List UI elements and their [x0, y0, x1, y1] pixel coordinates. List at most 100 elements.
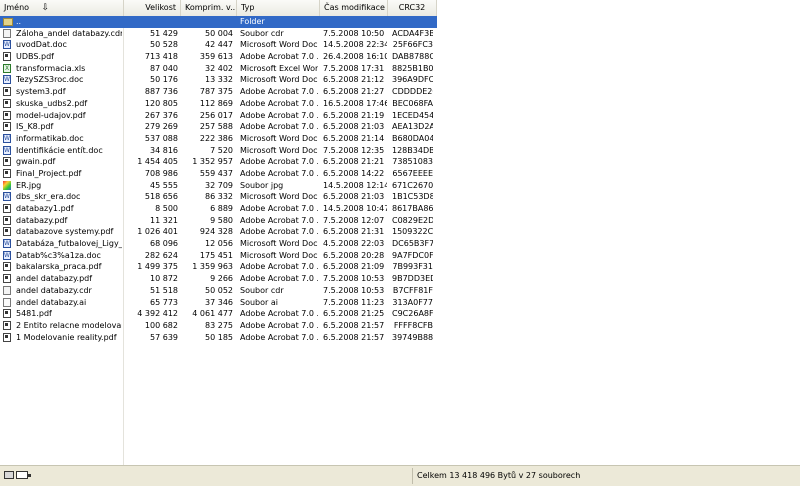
- file-compressed-size: 32 709: [205, 180, 233, 190]
- parent-folder-row[interactable]: .. Folder: [0, 16, 437, 28]
- file-crc: 39749B88: [392, 332, 433, 342]
- file-row[interactable]: databazy.pdf 11 321 9 580 Adobe Acrobat 7.0…: [0, 215, 437, 227]
- file-crc: DAB8788C: [392, 52, 433, 62]
- file-size: 708 986: [144, 168, 178, 178]
- pdf-file-icon: [3, 52, 11, 62]
- column-header-compressed[interactable]: Komprim. v...: [181, 0, 237, 16]
- file-type: Adobe Acrobat 7.0 ...: [240, 157, 318, 167]
- file-size: 10 872: [150, 274, 178, 284]
- file-crc: 25F66FC3: [392, 40, 433, 50]
- file-type: Microsoft Word Doc...: [240, 75, 318, 85]
- file-compressed-size: 1 359 963: [192, 262, 233, 272]
- file-size: 537 088: [144, 133, 178, 143]
- file-row[interactable]: Final_Project.pdf 708 986 559 437 Adobe Acr…: [0, 168, 437, 180]
- file-row[interactable]: bakalarska_praca.pdf 1 499 375 1 359 963 Ad…: [0, 261, 437, 273]
- pdf-file-icon: [3, 87, 11, 97]
- file-row[interactable]: informatikab.doc 537 088 222 386 Microsoft …: [0, 133, 437, 145]
- file-row[interactable]: dbs_skr_era.doc 518 656 86 332 Microsoft Wo…: [0, 191, 437, 203]
- file-name: IS_K8.pdf: [16, 122, 54, 132]
- file-row[interactable]: andel databazy.pdf 10 872 9 266 Adobe Acrob…: [0, 273, 437, 285]
- file-type: Adobe Acrobat 7.0 ...: [240, 320, 318, 330]
- file-row[interactable]: andel databazy.ai 65 773 37 346 Soubor ai 7.…: [0, 297, 437, 309]
- file-row[interactable]: TezySZS3roc.doc 50 176 13 332 Microsoft Wor…: [0, 74, 437, 86]
- file-row[interactable]: ER.jpg 45 555 32 709 Soubor jpg 14.5.2008 12…: [0, 180, 437, 192]
- file-type: Soubor cdr: [240, 28, 284, 38]
- keyboard-icon: [16, 471, 31, 479]
- file-compressed-size: 37 346: [205, 297, 233, 307]
- file-type: Soubor ai: [240, 297, 278, 307]
- file-row[interactable]: UDBS.pdf 713 418 359 613 Adobe Acrobat 7.0 …: [0, 51, 437, 63]
- file-row[interactable]: databazove systemy.pdf 1 026 401 924 328 Ad…: [0, 226, 437, 238]
- file-type: Folder: [240, 17, 265, 26]
- file-crc: FFFF8CFB: [393, 320, 433, 330]
- file-type: Microsoft Word Doc...: [240, 192, 318, 202]
- column-header-crc[interactable]: CRC32: [388, 0, 437, 16]
- file-row[interactable]: andel databazy.cdr 51 518 50 052 Soubor cdr…: [0, 285, 437, 297]
- file-compressed-size: 13 332: [205, 75, 233, 85]
- file-row[interactable]: Datab%c3%a1za.doc 282 624 175 451 Microsoft…: [0, 250, 437, 261]
- file-row[interactable]: IS_K8.pdf 279 269 257 588 Adobe Acrobat 7.0…: [0, 121, 437, 133]
- column-header-name[interactable]: Jméno ⇩: [0, 0, 124, 16]
- column-header-modified[interactable]: Čas modifikace: [320, 0, 388, 16]
- pdf-file-icon: [3, 262, 11, 272]
- file-row[interactable]: uvodDat.doc 50 528 42 447 Microsoft Word Do…: [0, 39, 437, 51]
- file-row[interactable]: Databáza_futbalovej_Ligy_M... 68 096 12 05…: [0, 238, 437, 250]
- file-modified: 6.5.2008 21:03: [323, 122, 385, 132]
- column-header-type[interactable]: Typ: [237, 0, 320, 16]
- file-compressed-size: 9 266: [210, 274, 233, 284]
- column-header-bar: Jméno ⇩ Velikost Komprim. v... Typ Čas m…: [0, 0, 437, 17]
- file-compressed-size: 222 386: [199, 133, 233, 143]
- file-name: andel databazy.cdr: [16, 285, 92, 295]
- file-crc: 9B7DD3ED: [392, 274, 433, 284]
- file-row[interactable]: 5481.pdf 4 392 412 4 061 477 Adobe Acrobat …: [0, 308, 437, 320]
- file-name: databazy1.pdf: [16, 204, 74, 213]
- file-type: Adobe Acrobat 7.0 ...: [240, 98, 318, 108]
- word-document-icon: [3, 250, 11, 261]
- file-compressed-size: 6 889: [210, 204, 233, 213]
- file-row[interactable]: transformacia.xls 87 040 32 402 Microsoft E…: [0, 63, 437, 74]
- file-compressed-size: 175 451: [199, 250, 233, 260]
- pdf-file-icon: [3, 122, 11, 132]
- file-row[interactable]: model-udajov.pdf 267 376 256 017 Adobe Acro…: [0, 110, 437, 122]
- archive-icon: [4, 471, 14, 479]
- file-row[interactable]: 2 Entito relacne modelovanie.... 100 682 8…: [0, 320, 437, 332]
- pdf-file-icon: [3, 309, 11, 319]
- pdf-file-icon: [3, 168, 11, 178]
- file-row[interactable]: system3.pdf 887 736 787 375 Adobe Acrobat 7…: [0, 86, 437, 98]
- file-row[interactable]: skuska_udbs2.pdf 120 805 112 869 Adobe Acro…: [0, 98, 437, 110]
- file-type: Microsoft Word Doc...: [240, 133, 318, 143]
- file-modified: 7.5.2008 12:35: [323, 145, 385, 155]
- pdf-file-icon: [3, 332, 11, 342]
- file-compressed-size: 559 437: [199, 168, 233, 178]
- file-row[interactable]: Identifikácie entít.doc 34 816 7 520 Micros…: [0, 145, 437, 156]
- file-compressed-size: 787 375: [199, 87, 233, 97]
- file-name: system3.pdf: [16, 87, 66, 97]
- file-row[interactable]: 1 Modelovanie reality.pdf 57 639 50 185 Ado…: [0, 332, 437, 344]
- file-row[interactable]: Záloha_andel databazy.cdr 51 429 50 004 Sou…: [0, 28, 437, 40]
- file-row[interactable]: gwain.pdf 1 454 405 1 352 957 Adobe Acrobat…: [0, 156, 437, 168]
- image-file-icon: [3, 180, 11, 190]
- file-modified: 6.5.2008 21:25: [323, 309, 385, 319]
- file-crc: C9C26A8F: [392, 309, 433, 319]
- file-name: UDBS.pdf: [16, 52, 54, 62]
- file-row[interactable]: databazy1.pdf 8 500 6 889 Adobe Acrobat 7.0…: [0, 203, 437, 215]
- file-compressed-size: 112 869: [199, 98, 233, 108]
- pdf-file-icon: [3, 110, 11, 120]
- file-type: Soubor jpg: [240, 180, 284, 190]
- file-size: 887 736: [144, 87, 178, 97]
- file-type: Adobe Acrobat 7.0 ...: [240, 262, 318, 272]
- file-modified: 7.5.2008 10:53: [323, 274, 385, 284]
- status-summary: Celkem 13 418 496 Bytů v 27 souborech: [417, 471, 581, 480]
- column-header-size[interactable]: Velikost: [124, 0, 181, 16]
- excel-file-icon: [3, 63, 11, 74]
- file-type: Adobe Acrobat 7.0 ...: [240, 110, 318, 120]
- file-crc: C0829E2D: [392, 215, 433, 225]
- pdf-file-icon: [3, 320, 11, 330]
- file-type: Adobe Acrobat 7.0 ...: [240, 332, 318, 342]
- file-name: 5481.pdf: [16, 309, 52, 319]
- file-size: 11 321: [150, 215, 178, 225]
- file-modified: 6.5.2008 21:57: [323, 320, 385, 330]
- file-modified: 6.5.2008 21:31: [323, 227, 385, 237]
- file-modified: 26.4.2008 16:10: [323, 52, 387, 62]
- pdf-file-icon: [3, 227, 11, 237]
